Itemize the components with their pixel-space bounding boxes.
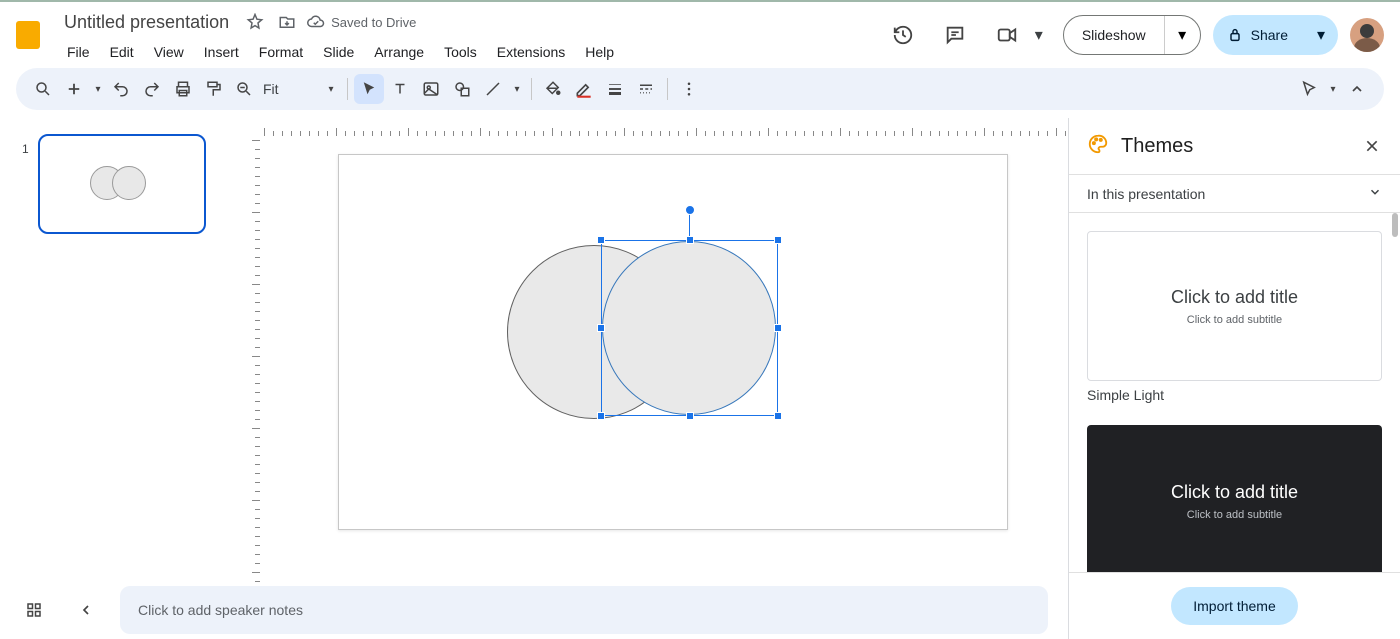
meet-icon[interactable] bbox=[987, 15, 1027, 55]
theme-preview-title: Click to add title bbox=[1171, 287, 1298, 308]
selection-box[interactable] bbox=[601, 240, 778, 416]
paint-format-icon[interactable] bbox=[199, 74, 229, 104]
resize-handle-tl[interactable] bbox=[597, 236, 605, 244]
rotation-handle[interactable] bbox=[685, 205, 695, 215]
pointer-mode-icon[interactable] bbox=[1294, 74, 1324, 104]
search-menu-icon[interactable] bbox=[28, 74, 58, 104]
slide-number: 1 bbox=[22, 142, 29, 156]
textbox-icon[interactable] bbox=[385, 74, 415, 104]
cloud-status[interactable]: Saved to Drive bbox=[307, 13, 416, 31]
slideshow-dropdown[interactable]: ▾ bbox=[1164, 16, 1200, 54]
share-button[interactable]: Share bbox=[1213, 15, 1304, 55]
menu-insert[interactable]: Insert bbox=[195, 40, 248, 64]
resize-handle-tr[interactable] bbox=[774, 236, 782, 244]
separator bbox=[531, 78, 532, 100]
line-icon[interactable] bbox=[478, 74, 508, 104]
chevron-down-icon bbox=[1368, 185, 1382, 202]
vertical-ruler[interactable] bbox=[238, 136, 260, 639]
import-theme-button[interactable]: Import theme bbox=[1171, 587, 1297, 625]
slide-canvas[interactable] bbox=[338, 154, 1008, 530]
themes-title: Themes bbox=[1121, 135, 1346, 158]
theme-name-label: Simple Light bbox=[1087, 387, 1382, 403]
more-tools-icon[interactable] bbox=[674, 74, 704, 104]
menu-help[interactable]: Help bbox=[576, 40, 623, 64]
toolbar: ▾ Fit ▾ ▾ bbox=[16, 68, 1384, 110]
border-dash-icon[interactable] bbox=[631, 74, 661, 104]
menu-tools[interactable]: Tools bbox=[435, 40, 486, 64]
canvas-area[interactable] bbox=[238, 118, 1068, 639]
new-slide-dropdown[interactable]: ▾ bbox=[90, 74, 106, 104]
resize-handle-bl[interactable] bbox=[597, 412, 605, 420]
theme-simple-dark[interactable]: Click to add title Click to add subtitle bbox=[1087, 425, 1382, 572]
slideshow-button[interactable]: Slideshow bbox=[1064, 16, 1164, 54]
menu-arrange[interactable]: Arrange bbox=[365, 40, 433, 64]
star-icon[interactable] bbox=[243, 10, 267, 34]
account-avatar[interactable] bbox=[1350, 18, 1384, 52]
menu-view[interactable]: View bbox=[145, 40, 193, 64]
new-slide-icon[interactable] bbox=[59, 74, 89, 104]
pointer-dropdown[interactable]: ▾ bbox=[1325, 74, 1341, 104]
themes-section-dropdown[interactable]: In this presentation bbox=[1069, 174, 1400, 213]
close-icon[interactable] bbox=[1358, 132, 1386, 160]
separator bbox=[347, 78, 348, 100]
border-weight-icon[interactable] bbox=[600, 74, 630, 104]
print-icon[interactable] bbox=[168, 74, 198, 104]
fill-color-icon[interactable] bbox=[538, 74, 568, 104]
theme-simple-light[interactable]: Click to add title Click to add subtitle bbox=[1087, 231, 1382, 381]
menubar: File Edit View Insert Format Slide Arran… bbox=[58, 40, 883, 64]
shape-icon[interactable] bbox=[447, 74, 477, 104]
collapse-filmstrip-icon[interactable] bbox=[68, 592, 104, 628]
meet-dropdown[interactable]: ▾ bbox=[1027, 25, 1051, 45]
grid-view-icon[interactable] bbox=[16, 592, 52, 628]
filmstrip: 1 bbox=[0, 118, 238, 639]
zoom-dropdown[interactable]: ▾ bbox=[323, 74, 339, 104]
theme-preview-title: Click to add title bbox=[1171, 482, 1298, 503]
menu-slide[interactable]: Slide bbox=[314, 40, 363, 64]
menu-format[interactable]: Format bbox=[250, 40, 312, 64]
image-icon[interactable] bbox=[416, 74, 446, 104]
scrollbar-thumb[interactable] bbox=[1392, 213, 1398, 237]
comments-icon[interactable] bbox=[935, 15, 975, 55]
move-icon[interactable] bbox=[275, 10, 299, 34]
border-color-icon[interactable] bbox=[569, 74, 599, 104]
thumb-shape bbox=[112, 166, 146, 200]
horizontal-ruler[interactable] bbox=[260, 118, 1068, 136]
theme-preview-subtitle: Click to add subtitle bbox=[1187, 314, 1282, 326]
speaker-notes-input[interactable]: Click to add speaker notes bbox=[120, 586, 1048, 634]
resize-handle-br[interactable] bbox=[774, 412, 782, 420]
doc-title[interactable]: Untitled presentation bbox=[58, 10, 235, 35]
speaker-notes-placeholder: Click to add speaker notes bbox=[138, 602, 303, 618]
theme-preview-subtitle: Click to add subtitle bbox=[1187, 509, 1282, 521]
slides-app-icon[interactable] bbox=[8, 15, 48, 55]
themes-section-label: In this presentation bbox=[1087, 186, 1205, 202]
zoom-icon[interactable] bbox=[229, 74, 259, 104]
slide-thumbnail-1[interactable] bbox=[38, 134, 206, 234]
themes-panel: Themes In this presentation Click to add… bbox=[1068, 118, 1400, 639]
resize-handle-ml[interactable] bbox=[597, 324, 605, 332]
separator bbox=[667, 78, 668, 100]
select-tool-icon[interactable] bbox=[354, 74, 384, 104]
collapse-toolbar-icon[interactable] bbox=[1342, 74, 1372, 104]
resize-handle-tm[interactable] bbox=[686, 236, 694, 244]
share-label: Share bbox=[1251, 27, 1288, 43]
share-dropdown[interactable]: ▾ bbox=[1304, 15, 1338, 55]
redo-icon[interactable] bbox=[137, 74, 167, 104]
resize-handle-mr[interactable] bbox=[774, 324, 782, 332]
menu-extensions[interactable]: Extensions bbox=[488, 40, 574, 64]
line-dropdown[interactable]: ▾ bbox=[509, 74, 525, 104]
themes-icon bbox=[1087, 133, 1109, 160]
menu-edit[interactable]: Edit bbox=[101, 40, 143, 64]
resize-handle-bm[interactable] bbox=[686, 412, 694, 420]
menu-file[interactable]: File bbox=[58, 40, 99, 64]
history-icon[interactable] bbox=[883, 15, 923, 55]
zoom-value[interactable]: Fit bbox=[263, 81, 319, 97]
cloud-status-text: Saved to Drive bbox=[331, 15, 416, 30]
undo-icon[interactable] bbox=[106, 74, 136, 104]
